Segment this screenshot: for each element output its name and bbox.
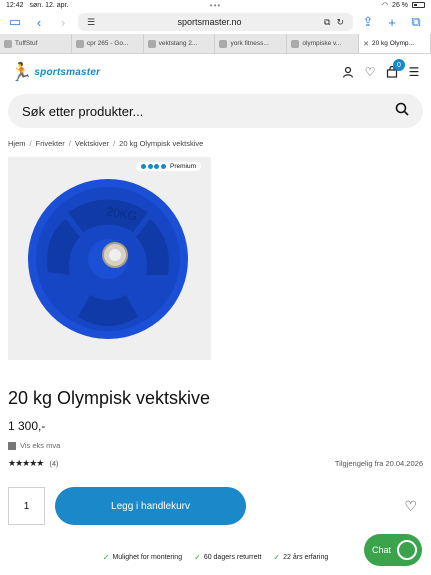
reader-icon[interactable]: ⧉ xyxy=(324,17,330,28)
cart-count-badge: 0 xyxy=(393,59,405,71)
check-icon: ✓ xyxy=(102,553,110,562)
search-bar[interactable]: Søk etter produkter... xyxy=(8,94,423,128)
quantity-input[interactable]: 1 xyxy=(8,487,45,525)
favicon-icon xyxy=(147,39,156,48)
weight-plate-icon: 20KG xyxy=(28,179,188,339)
tab-label: olympiske v... xyxy=(302,40,342,47)
status-bar: 12:42 søn. 12. apr. ••• ◠ 26 % xyxy=(0,0,431,10)
buy-row: 1 Legg i handlekurv ♡ xyxy=(0,487,431,525)
favicon-icon xyxy=(219,39,228,48)
vat-checkbox[interactable] xyxy=(8,441,16,450)
cart-icon[interactable]: 0 xyxy=(385,59,405,79)
tab-label: york fitness... xyxy=(230,40,269,47)
check-icon: ✓ xyxy=(273,553,281,562)
product-price: 1 300,- xyxy=(8,419,46,433)
breadcrumb-separator: / xyxy=(113,139,116,148)
breadcrumb-separator: / xyxy=(29,139,32,148)
tab-item[interactable]: vektstang 2... xyxy=(144,34,216,53)
runner-logo-icon: 🏃 xyxy=(10,61,33,82)
page-menu-icon[interactable]: ☰ xyxy=(87,17,95,28)
tab-item[interactable]: york fitness... xyxy=(215,34,288,53)
status-time: 12:42 xyxy=(6,1,24,9)
chat-label: Chat xyxy=(372,545,392,555)
vat-toggle[interactable]: Vis eks mva xyxy=(0,433,431,450)
new-tab-icon[interactable]: + xyxy=(383,13,401,31)
search-icon[interactable] xyxy=(395,102,409,120)
favicon-icon xyxy=(4,39,12,48)
browser-toolbar: ▭ ‹ › ☰ sportsmaster.no ⧉ ↻ ⇪ + ⧉ xyxy=(0,10,431,34)
product-title: 20 kg Olympisk vektskive xyxy=(8,388,211,408)
tab-item[interactable]: olympiske v... xyxy=(287,34,360,53)
site-header: 🏃 sportsmaster ♡ 0 ☰ xyxy=(0,54,431,90)
chat-bubble-icon xyxy=(397,540,418,560)
rating-count[interactable]: (4) xyxy=(49,459,58,468)
rating-row: ★★★★★ (4) Tilgjengelig fra 20.04.2026 xyxy=(0,450,431,469)
star-rating-icon[interactable]: ★★★★★ xyxy=(8,458,44,469)
breadcrumb-link-home[interactable]: Hjem xyxy=(8,139,26,148)
multitask-dots[interactable]: ••• xyxy=(146,1,286,10)
tabs-overview-icon[interactable]: ⧉ xyxy=(407,13,425,31)
battery-icon xyxy=(412,2,426,8)
tab-label: cpr 265 - Go... xyxy=(86,40,129,47)
breadcrumb-current: 20 kg Olympisk vektskive xyxy=(119,139,204,148)
usp-label: 60 dagers returrett xyxy=(203,554,262,561)
wifi-icon: ◠ xyxy=(381,2,389,9)
usp-item: ✓ Mulighet for montering xyxy=(103,553,182,562)
tab-item-active[interactable]: ✕ 20 kg Olymp... xyxy=(359,34,431,53)
menu-icon[interactable]: ☰ xyxy=(407,65,421,79)
breadcrumb-separator: / xyxy=(68,139,71,148)
favorite-heart-icon[interactable]: ♡ xyxy=(404,498,417,515)
tab-label: vektstang 2... xyxy=(158,40,198,47)
favicon-icon xyxy=(291,39,300,48)
search-input[interactable]: Søk etter produkter... xyxy=(22,104,395,119)
close-tab-icon[interactable]: ✕ xyxy=(363,40,369,48)
tab-strip: TuffStuf cpr 265 - Go... vektstang 2... … xyxy=(0,34,431,54)
account-icon[interactable] xyxy=(341,65,355,79)
vat-label: Vis eks mva xyxy=(20,441,61,450)
add-to-cart-button[interactable]: Legg i handlekurv xyxy=(55,487,246,525)
breadcrumb: Hjem / Frivekter / Vektskiver / 20 kg Ol… xyxy=(0,128,431,148)
wishlist-heart-icon[interactable]: ♡ xyxy=(363,65,377,79)
logo-text: sportsmaster xyxy=(34,66,101,78)
status-date: søn. 12. apr. xyxy=(29,1,69,9)
site-logo[interactable]: 🏃 sportsmaster xyxy=(10,62,100,83)
breadcrumb-link-vektskiver[interactable]: Vektskiver xyxy=(75,139,109,148)
favicon-icon xyxy=(75,39,84,48)
back-icon[interactable]: ‹ xyxy=(30,13,48,31)
breadcrumb-link-frivekter[interactable]: Frivekter xyxy=(36,139,65,148)
usp-item: ✓ 60 dagers returrett xyxy=(194,553,261,562)
check-icon: ✓ xyxy=(194,553,201,562)
usp-label: Mulighet for montering xyxy=(112,554,183,561)
chat-button[interactable]: Chat xyxy=(364,534,422,566)
product-image[interactable]: Premium 20KG xyxy=(8,157,211,360)
sidebar-icon[interactable]: ▭ xyxy=(6,13,24,31)
address-bar[interactable]: ☰ sportsmaster.no ⧉ ↻ xyxy=(78,13,353,31)
reload-icon[interactable]: ↻ xyxy=(336,17,344,28)
tab-item[interactable]: TuffStuf xyxy=(0,34,72,53)
availability-text: Tilgjengelig fra 20.04.2026 xyxy=(334,459,423,468)
usp-label: 22 års erfaring xyxy=(283,554,329,561)
forward-icon[interactable]: › xyxy=(54,13,72,31)
share-icon[interactable]: ⇪ xyxy=(359,13,377,31)
usp-item: ✓ 22 års erfaring xyxy=(273,553,328,562)
url-text: sportsmaster.no xyxy=(177,17,242,27)
battery-percent: 26 % xyxy=(392,1,409,9)
tab-label: TuffStuf xyxy=(15,40,38,47)
tab-item[interactable]: cpr 265 - Go... xyxy=(72,34,144,53)
tab-label: 20 kg Olymp... xyxy=(372,40,414,47)
